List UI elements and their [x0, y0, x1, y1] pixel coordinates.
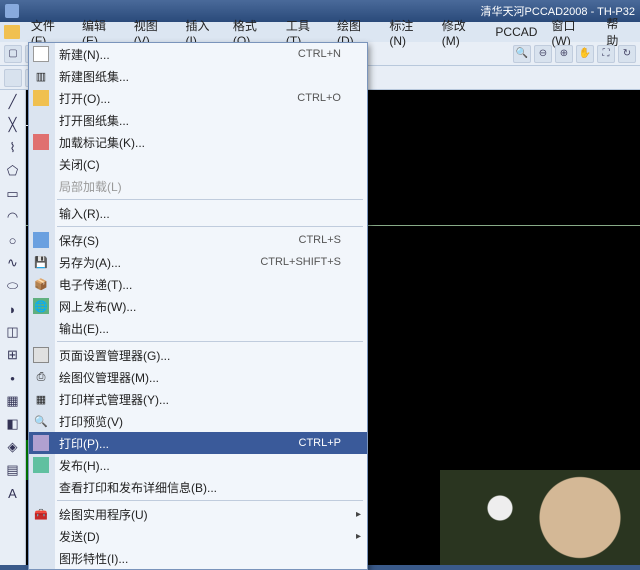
globe-icon: 🌐	[33, 298, 49, 314]
tool-extent-icon[interactable]: ⛶	[597, 45, 615, 63]
preview-icon: 🔍	[33, 413, 49, 429]
open-icon	[33, 90, 49, 106]
menu-pagesetup[interactable]: 页面设置管理器(G)...	[29, 344, 367, 366]
portrait-image	[440, 470, 640, 565]
tool-new-icon[interactable]: ▢	[4, 45, 22, 63]
menu-partial: 局部加载(L)	[29, 175, 367, 197]
plotstyle-icon: ▦	[33, 391, 49, 407]
menu-modify[interactable]: 修改(M)	[435, 15, 489, 50]
menu-viewplot[interactable]: 查看打印和发布详细信息(B)...	[29, 476, 367, 498]
tool-zoom-icon[interactable]: 🔍	[513, 45, 531, 63]
point-icon[interactable]: •	[3, 368, 23, 388]
util-icon: 🧰	[33, 506, 49, 522]
grad-icon[interactable]: ◧	[3, 414, 23, 434]
plotter-icon: ⎙	[33, 369, 49, 385]
ellipse-icon[interactable]: ⬭	[3, 276, 23, 296]
menu-bar: 文件(F) 编辑(E) 视图(V) 插入(I) 格式(O) 工具(T) 绘图(D…	[0, 22, 640, 42]
arc-icon[interactable]: ◠	[3, 207, 23, 227]
publish-icon	[33, 457, 49, 473]
xline-icon[interactable]: ╳	[3, 115, 23, 135]
menu-etrans[interactable]: 📦电子传递(T)...	[29, 273, 367, 295]
draw-toolbar: ╱ ╳ ⌇ ⬠ ▭ ◠ ○ ∿ ⬭ ◗ ◫ ⊞ • ▦ ◧ ◈ ▤ A	[0, 90, 26, 565]
menu-newsheet[interactable]: ▥新建图纸集...	[29, 65, 367, 87]
line-icon[interactable]: ╱	[3, 92, 23, 112]
pline-icon[interactable]: ⌇	[3, 138, 23, 158]
ellarc-icon[interactable]: ◗	[3, 299, 23, 319]
app-icon	[5, 4, 19, 18]
menu-print[interactable]: 打印(P)...CTRL+P	[29, 432, 367, 454]
rect-icon[interactable]: ▭	[3, 184, 23, 204]
insert-icon[interactable]: ⊞	[3, 345, 23, 365]
newsheet-icon: ▥	[33, 68, 49, 84]
menu-import[interactable]: 输入(R)...	[29, 202, 367, 224]
tool-a-icon[interactable]	[4, 69, 22, 87]
region-icon[interactable]: ◈	[3, 437, 23, 457]
separator	[57, 199, 363, 200]
menu-send[interactable]: 发送(D)	[29, 525, 367, 547]
menu-props[interactable]: 图形特性(I)...	[29, 547, 367, 569]
tool-zoomin-icon[interactable]: ⊕	[555, 45, 573, 63]
tool-pan-icon[interactable]: ✋	[576, 45, 594, 63]
tool-redo-icon[interactable]: ↻	[618, 45, 636, 63]
menu-util[interactable]: 🧰绘图实用程序(U)	[29, 503, 367, 525]
menu-export[interactable]: 输出(E)...	[29, 317, 367, 339]
menu-dim[interactable]: 标注(N)	[382, 15, 434, 50]
menu-loadmk[interactable]: 加载标记集(K)...	[29, 131, 367, 153]
tool-zoomout-icon[interactable]: ⊖	[534, 45, 552, 63]
menu-plotter[interactable]: ⎙绘图仪管理器(M)...	[29, 366, 367, 388]
save-icon	[33, 232, 49, 248]
menu-publish[interactable]: 发布(H)...	[29, 454, 367, 476]
menu-pccad[interactable]: PCCAD	[488, 23, 544, 41]
text-icon[interactable]: A	[3, 483, 23, 503]
menu-plotstyle[interactable]: ▦打印样式管理器(Y)...	[29, 388, 367, 410]
menu-saveas[interactable]: 💾另存为(A)...CTRL+SHIFT+S	[29, 251, 367, 273]
file-menu-dropdown: 新建(N)...CTRL+N ▥新建图纸集... 打开(O)...CTRL+O …	[28, 42, 368, 570]
block-icon[interactable]: ◫	[3, 322, 23, 342]
hatch-icon[interactable]: ▦	[3, 391, 23, 411]
menu-open[interactable]: 打开(O)...CTRL+O	[29, 87, 367, 109]
table-icon[interactable]: ▤	[3, 460, 23, 480]
page-icon	[33, 347, 49, 363]
menu-close[interactable]: 关闭(C)	[29, 153, 367, 175]
spline-icon[interactable]: ∿	[3, 253, 23, 273]
polygon-icon[interactable]: ⬠	[3, 161, 23, 181]
saveas-icon: 💾	[33, 254, 49, 270]
folder-icon[interactable]	[4, 25, 20, 39]
marker-icon	[33, 134, 49, 150]
menu-save[interactable]: 保存(S)CTRL+S	[29, 229, 367, 251]
menu-webpub[interactable]: 🌐网上发布(W)...	[29, 295, 367, 317]
menu-new[interactable]: 新建(N)...CTRL+N	[29, 43, 367, 65]
etrans-icon: 📦	[33, 276, 49, 292]
menu-opensheet[interactable]: 打开图纸集...	[29, 109, 367, 131]
new-icon	[33, 46, 49, 62]
print-icon	[33, 435, 49, 451]
separator	[57, 500, 363, 501]
menu-preview[interactable]: 🔍打印预览(V)	[29, 410, 367, 432]
separator	[57, 341, 363, 342]
circle-icon[interactable]: ○	[3, 230, 23, 250]
separator	[57, 226, 363, 227]
